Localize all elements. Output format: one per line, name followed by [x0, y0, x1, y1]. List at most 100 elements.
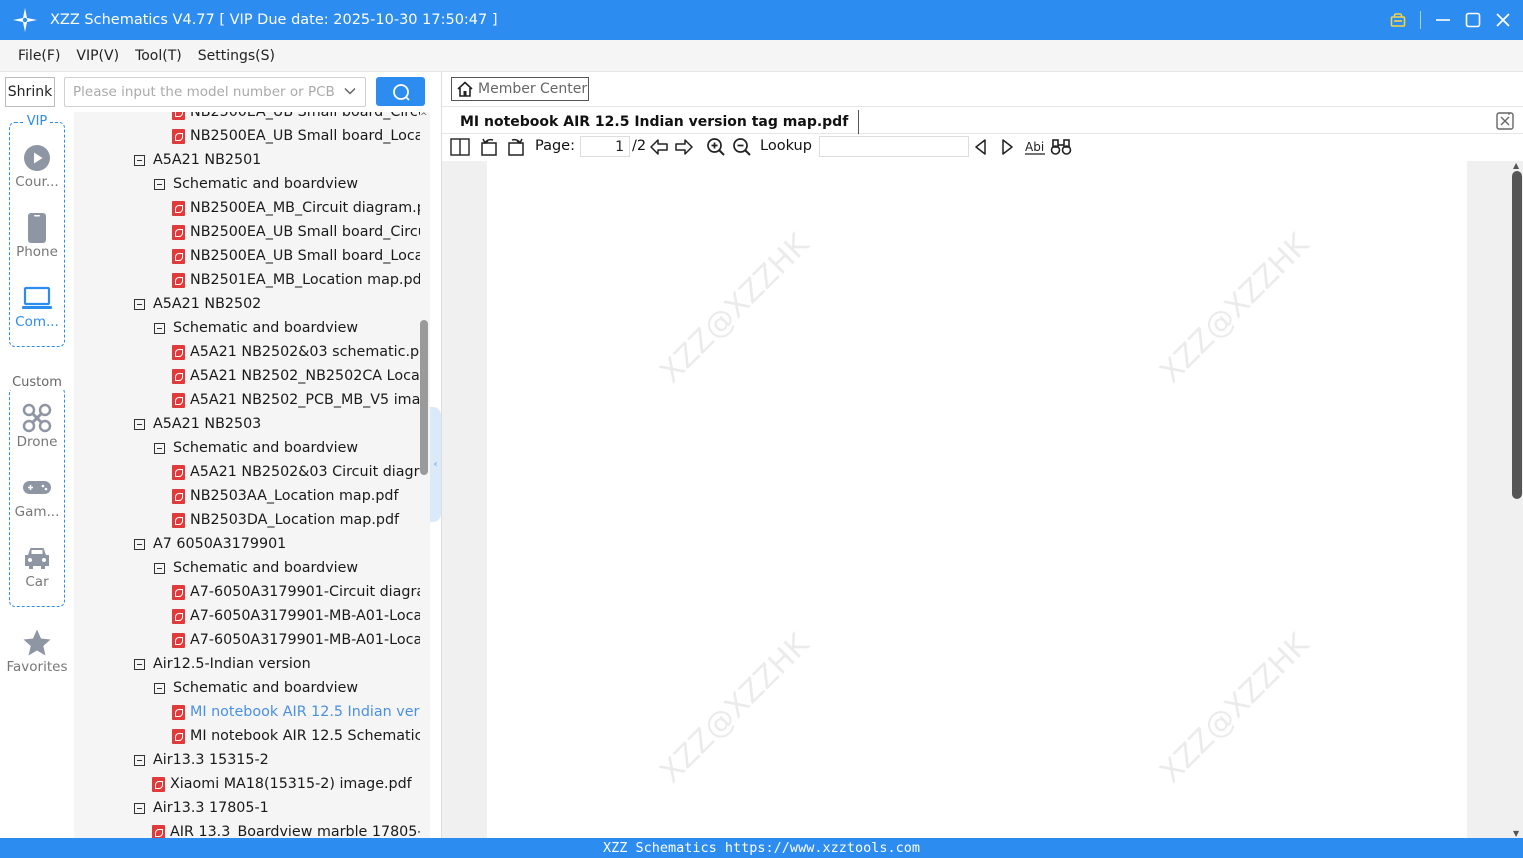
tree-file-item[interactable]: A5A21 NB2502&03 Circuit diagram — [172, 460, 420, 484]
category-game[interactable]: Gam... — [0, 472, 74, 532]
rotate-right-icon[interactable] — [506, 137, 526, 157]
tree-folder-item[interactable]: Air13.3 15315-2 — [134, 748, 269, 772]
viewer-scrollbar[interactable]: ▲ ▼ — [1510, 161, 1523, 838]
tree-folder-item[interactable]: Schematic and boardview — [154, 436, 358, 460]
chevron-left-icon: ‹ — [433, 459, 438, 470]
viewer-scroll-thumb[interactable] — [1512, 171, 1522, 499]
collapse-toggle-icon[interactable] — [154, 562, 165, 574]
watermark: XZZ@XZZHK — [1153, 226, 1317, 391]
collapse-toggle-icon[interactable] — [134, 802, 145, 814]
tree-folder-item[interactable]: Schematic and boardview — [154, 676, 358, 700]
pdf-file-icon — [172, 392, 185, 408]
chevron-down-icon[interactable] — [343, 84, 357, 102]
tree-file-item[interactable]: A5A21 NB2502_NB2502CA Location — [172, 364, 420, 388]
tree-scroll-thumb[interactable] — [420, 320, 428, 475]
category-favorites[interactable]: Favorites — [0, 627, 74, 687]
tree-file-item[interactable]: AIR 13.3_Boardview marble 17805-1. — [152, 820, 420, 838]
tree-folder-item[interactable]: Schematic and boardview — [154, 172, 358, 196]
tree-scrollbar[interactable]: ^ — [420, 112, 430, 838]
tree-file-item[interactable]: NB2500EA_UB Small board_Circuit — [172, 112, 420, 124]
member-center-button[interactable]: Member Center — [451, 77, 589, 101]
tree-file-item[interactable]: A7-6050A3179901-MB-A01-Location — [172, 604, 420, 628]
collapse-toggle-icon[interactable] — [134, 298, 145, 310]
zoom-out-icon[interactable] — [732, 137, 752, 157]
tree-folder-item[interactable]: Schematic and boardview — [154, 316, 358, 340]
tree-file-item[interactable]: NB2503AA_Location map.pdf — [172, 484, 399, 508]
lock-icon[interactable] — [1388, 10, 1408, 30]
tree-folder-item[interactable]: A7 6050A3179901 — [134, 532, 286, 556]
menu-settings[interactable]: Settings(S) — [198, 48, 275, 64]
close-button[interactable] — [1493, 10, 1513, 30]
category-course[interactable]: Cour... — [0, 142, 74, 202]
menu-tool[interactable]: Tool(T) — [135, 48, 182, 64]
rotate-left-icon[interactable] — [479, 137, 499, 157]
tree-file-item[interactable]: NB2500EA_UB Small board_Location — [172, 124, 420, 148]
minimize-button[interactable] — [1433, 10, 1453, 30]
tree-file-item[interactable]: NB2501EA_MB_Location map.pdf — [172, 268, 420, 292]
collapse-toggle-icon[interactable] — [154, 322, 165, 334]
tree-folder-item[interactable]: Air13.3 17805-1 — [134, 796, 269, 820]
prev-page-arrow-icon[interactable] — [649, 137, 669, 157]
collapse-panel-button[interactable]: ‹ — [430, 407, 441, 522]
binoculars-icon[interactable] — [1050, 137, 1072, 157]
category-drone[interactable]: Drone — [0, 402, 74, 462]
scroll-up-icon[interactable]: ^ — [420, 112, 428, 122]
collapse-toggle-icon[interactable] — [154, 682, 165, 694]
find-next-icon[interactable] — [999, 137, 1015, 157]
page-label: Page: — [535, 138, 575, 154]
tree-file-item[interactable]: MI notebook AIR 12.5 Indian version — [172, 700, 420, 724]
category-car[interactable]: Car — [0, 542, 74, 602]
collapse-toggle-icon[interactable] — [134, 658, 145, 670]
collapse-toggle-icon[interactable] — [154, 442, 165, 454]
close-tab-icon[interactable] — [1496, 112, 1514, 134]
shrink-button[interactable]: Shrink — [5, 77, 55, 107]
scroll-down-icon[interactable]: ▼ — [1513, 829, 1519, 838]
tree-file-item[interactable]: MI notebook AIR 12.5 Schematic — [172, 724, 420, 748]
custom-group-label: Custom — [10, 375, 64, 390]
tree-file-item[interactable]: NB2500EA_UB Small board_Location — [172, 244, 420, 268]
category-computer[interactable]: Com... — [0, 282, 74, 342]
lookup-input[interactable] — [819, 136, 969, 157]
scroll-up-icon[interactable]: ▲ — [1513, 161, 1519, 170]
find-previous-icon[interactable] — [973, 137, 989, 157]
tree-item-label: A5A21 NB2502&03 Circuit diagram — [190, 464, 420, 480]
next-page-arrow-icon[interactable] — [674, 137, 694, 157]
tree-file-item[interactable]: Xiaomi MA18(15315-2) image.pdf — [152, 772, 412, 796]
page-number-input[interactable]: 1 — [580, 136, 630, 157]
tree-file-item[interactable]: NB2503DA_Location map.pdf — [172, 508, 399, 532]
collapse-toggle-icon[interactable] — [134, 754, 145, 766]
search-button[interactable] — [376, 77, 425, 106]
tree-file-item[interactable]: NB2500EA_UB Small board_Circuit — [172, 220, 420, 244]
tree-file-item[interactable]: A5A21 NB2502_PCB_MB_V5 image — [172, 388, 420, 412]
tree-file-item[interactable]: NB2500EA_MB_Circuit diagram.pdf — [172, 196, 420, 220]
collapse-toggle-icon[interactable] — [134, 538, 145, 550]
tree-folder-item[interactable]: A5A21 NB2501 — [134, 148, 261, 172]
tree-file-item[interactable]: A5A21 NB2502&03 schematic.pdf — [172, 340, 420, 364]
menu-vip[interactable]: VIP(V) — [76, 48, 119, 64]
tree-item-label: A7 6050A3179901 — [153, 536, 287, 552]
search-input[interactable] — [73, 84, 335, 100]
document-viewer[interactable]: XZZ@XZZHK XZZ@XZZHK XZZ@XZZHK XZZ@XZZHK … — [442, 161, 1523, 838]
maximize-button[interactable] — [1463, 10, 1483, 30]
category-phone[interactable]: Phone — [0, 212, 74, 272]
tree-item-label: A7-6050A3179901-MB-A01-Location — [190, 632, 420, 648]
tree-folder-item[interactable]: Schematic and boardview — [154, 556, 358, 580]
sidebar-toggle-icon[interactable] — [450, 137, 470, 157]
zoom-in-icon[interactable] — [706, 137, 726, 157]
tree-file-item[interactable]: A7-6050A3179901-Circuit diagram — [172, 580, 420, 604]
menu-file[interactable]: File(F) — [18, 48, 60, 64]
tree-item-label: Schematic and boardview — [173, 320, 359, 336]
collapse-toggle-icon[interactable] — [154, 178, 165, 190]
tree-file-item[interactable]: A7-6050A3179901-MB-A01-Location — [172, 628, 420, 652]
tree-folder-item[interactable]: A5A21 NB2502 — [134, 292, 261, 316]
pdf-file-icon — [152, 776, 165, 792]
tree-folder-item[interactable]: A5A21 NB2503 — [134, 412, 261, 436]
tree-item-label: A7-6050A3179901-Circuit diagram — [190, 584, 420, 600]
match-case-icon[interactable]: Abi — [1024, 137, 1046, 157]
pdf-file-icon — [172, 128, 185, 144]
tree-folder-item[interactable]: Air12.5-Indian version — [134, 652, 311, 676]
collapse-toggle-icon[interactable] — [134, 154, 145, 166]
document-tab[interactable]: MI notebook AIR 12.5 Indian version tag … — [450, 110, 860, 134]
collapse-toggle-icon[interactable] — [134, 418, 145, 430]
title-bar: XZZ Schematics V4.77 [ VIP Due date: 202… — [0, 0, 1523, 40]
